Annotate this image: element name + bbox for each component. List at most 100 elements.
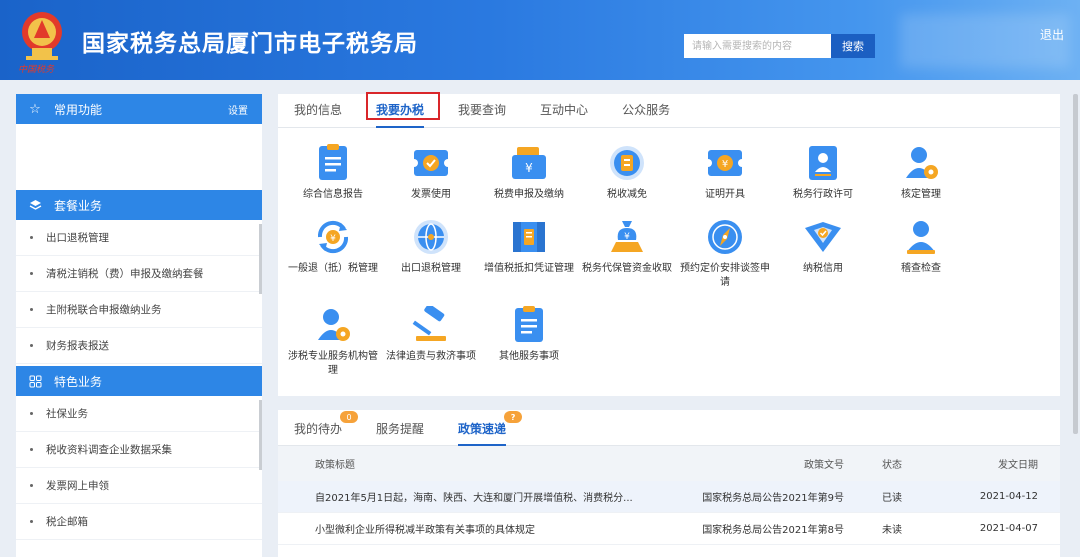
- service-invoice-use[interactable]: 发票使用: [382, 144, 480, 202]
- invoice-check-icon: [410, 144, 452, 182]
- service-admin-permit[interactable]: 税务行政许可: [774, 144, 872, 202]
- service-general-refund[interactable]: ¥ 一般退（抵）税管理: [284, 218, 382, 276]
- sidebar-item-joint-declaration[interactable]: 主附税联合申报缴纳业务: [16, 292, 262, 328]
- service-inspection[interactable]: 稽查检查: [872, 218, 970, 276]
- service-assessment[interactable]: 核定管理: [872, 144, 970, 202]
- site-title: 国家税务总局厦门市电子税务局: [82, 31, 418, 57]
- certificate-icon: ¥: [704, 144, 746, 182]
- package-business-title: 套餐业务: [54, 198, 103, 213]
- special-business-list: 社保业务 税收资料调查企业数据采集 发票网上申领 税企邮箱: [16, 396, 262, 540]
- sidebar-item-tax-mailbox[interactable]: 税企邮箱: [16, 504, 262, 540]
- layers-icon: [28, 198, 42, 212]
- gavel-icon: [410, 306, 452, 344]
- sidebar-item-social-security[interactable]: 社保业务: [16, 396, 262, 432]
- service-label: 其他服务事项: [499, 351, 559, 362]
- policy-doc-number: 国家税务总局公告2021年第8号: [702, 525, 844, 536]
- service-tax-credit[interactable]: 纳税信用: [774, 218, 872, 276]
- tab-public-service[interactable]: 公众服务: [622, 101, 670, 127]
- brand-subtitle: 中国税务: [18, 65, 55, 75]
- policy-status: 已读: [882, 493, 902, 504]
- shield-heart-icon: [802, 218, 844, 256]
- service-pricing-arrangement[interactable]: 预约定价安排谈签申请: [676, 218, 774, 290]
- svg-text:¥: ¥: [330, 234, 336, 244]
- service-declare-pay[interactable]: ¥ 税费申报及缴纳: [480, 144, 578, 202]
- service-label: 综合信息报告: [303, 189, 363, 200]
- star-icon: ☆: [29, 101, 41, 117]
- policy-title-link[interactable]: 自2021年5月1日起，海南、陕西、大连和厦门开展增值税、消费税分...: [278, 489, 662, 504]
- search-input[interactable]: [684, 34, 831, 58]
- service-label: 稽查检查: [901, 263, 941, 274]
- voucher-icon: [508, 218, 550, 256]
- service-label: 税收减免: [607, 189, 647, 200]
- page-scrollbar[interactable]: [1073, 94, 1078, 434]
- table-row[interactable]: 小型微利企业所得税减半政策有关事项的具体规定 国家税务总局公告2021年第8号 …: [278, 513, 1060, 545]
- special-business-title: 特色业务: [54, 374, 103, 389]
- sidebar-item-data-collection[interactable]: 税收资料调查企业数据采集: [16, 432, 262, 468]
- sidebar-item-invoice-apply[interactable]: 发票网上申领: [16, 468, 262, 504]
- special-business-header[interactable]: 特色业务: [16, 366, 262, 396]
- service-legal-relief[interactable]: 法律追责与救济事项: [382, 306, 480, 364]
- bottom-tabs: 我的待办 0 服务提醒 政策速递 ?: [278, 410, 1060, 446]
- tab-query[interactable]: 我要查询: [458, 101, 506, 127]
- policy-status: 未读: [882, 525, 902, 536]
- tab-tax-handling[interactable]: 我要办税: [366, 92, 441, 128]
- sidebar-item-deregistration[interactable]: 清税注销税（费）申报及缴纳套餐: [16, 256, 262, 292]
- special-scrollbar[interactable]: [259, 400, 262, 470]
- tab-service-reminder-label: 服务提醒: [376, 422, 425, 436]
- policy-date: 2021-04-12: [979, 491, 1038, 502]
- sidebar-item-export-refund[interactable]: 出口退税管理: [16, 220, 262, 256]
- settings-link[interactable]: 设置: [228, 102, 248, 117]
- service-label: 预约定价安排谈签申请: [680, 263, 770, 288]
- tab-interaction[interactable]: 互动中心: [540, 101, 588, 127]
- service-label: 涉税专业服务机构管理: [288, 351, 378, 376]
- service-vat-voucher[interactable]: 增值税抵扣凭证管理: [480, 218, 578, 276]
- common-functions-header[interactable]: ☆ 常用功能 设置: [16, 94, 262, 124]
- service-certificate[interactable]: ¥ 证明开具: [676, 144, 774, 202]
- user-gear-icon: [900, 144, 942, 182]
- service-panel: 我的信息 我要办税 我要查询 互动中心 公众服务 综合信息报告 发票使用 ¥ 税…: [278, 92, 1060, 396]
- tab-my-info[interactable]: 我的信息: [294, 101, 342, 127]
- search-button[interactable]: 搜索: [831, 34, 875, 58]
- sidebar-item-label: 社保业务: [46, 408, 88, 420]
- tab-underline: [376, 126, 425, 128]
- bullet-icon: [30, 484, 33, 487]
- main-tabs: 我的信息 我要办税 我要查询 互动中心 公众服务: [278, 92, 1060, 128]
- sidebar-item-label: 出口退税管理: [46, 232, 109, 244]
- service-label: 发票使用: [411, 189, 451, 200]
- svg-text:¥: ¥: [525, 161, 533, 175]
- package-scrollbar[interactable]: [259, 224, 262, 294]
- sidebar-item-financial-report[interactable]: 财务报表报送: [16, 328, 262, 364]
- column-header-date: 发文日期: [998, 460, 1038, 471]
- sidebar-item-label: 税收资料调查企业数据采集: [46, 444, 172, 456]
- tab-policy-express[interactable]: 政策速递 ?: [458, 411, 523, 446]
- tab-service-reminder[interactable]: 服务提醒: [376, 420, 424, 445]
- policy-table-header: 政策标题 政策文号 状态 发文日期: [278, 446, 1060, 481]
- service-agency-management[interactable]: 涉税专业服务机构管理: [284, 306, 382, 378]
- policy-title-link[interactable]: 小型微利企业所得税减半政策有关事项的具体规定: [278, 521, 662, 536]
- grid-icon: [28, 374, 42, 388]
- service-other[interactable]: 其他服务事项: [480, 306, 578, 364]
- bullet-icon: [30, 412, 33, 415]
- policy-doc-number: 国家税务总局公告2021年第9号: [702, 493, 844, 504]
- table-row[interactable]: 自2021年5月1日起，海南、陕西、大连和厦门开展增值税、消费税分... 国家税…: [278, 481, 1060, 513]
- package-business-header[interactable]: 套餐业务: [16, 190, 262, 220]
- policy-count-badge: ?: [504, 411, 523, 423]
- tab-my-todo[interactable]: 我的待办 0: [294, 411, 359, 445]
- service-label: 增值税抵扣凭证管理: [484, 263, 574, 274]
- policy-date: 2021-04-07: [979, 523, 1038, 534]
- logout-link[interactable]: 退出: [1040, 26, 1064, 43]
- globe-icon: [410, 218, 452, 256]
- policy-panel: 我的待办 0 服务提醒 政策速递 ? 政策标题 政策文号 状态 发文日期 自20…: [278, 410, 1060, 557]
- service-label: 税务代保管资金收取: [582, 263, 672, 274]
- bullet-icon: [30, 236, 33, 239]
- bullet-icon: [30, 520, 33, 523]
- service-tax-relief[interactable]: 税收减免: [578, 144, 676, 202]
- service-custody-funds[interactable]: ¥ 税务代保管资金收取: [578, 218, 676, 276]
- list-icon: [508, 306, 550, 344]
- service-comprehensive-report[interactable]: 综合信息报告: [284, 144, 382, 202]
- highlight-box: [366, 92, 441, 120]
- sidebar-item-label: 财务报表报送: [46, 340, 109, 352]
- svg-text:¥: ¥: [624, 232, 630, 242]
- service-label: 出口退税管理: [401, 263, 461, 274]
- service-export-refund[interactable]: 出口退税管理: [382, 218, 480, 276]
